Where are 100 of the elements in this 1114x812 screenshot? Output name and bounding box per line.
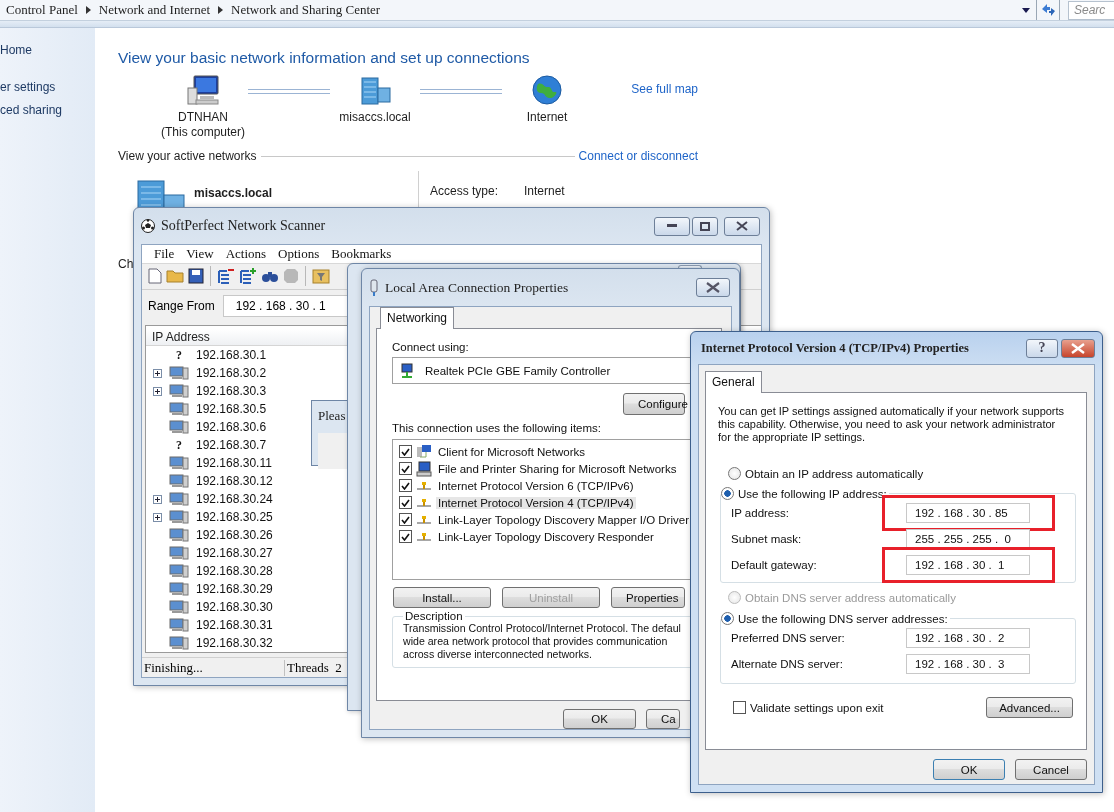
- list-item[interactable]: Internet Protocol Version 6 (TCP/IPv6): [436, 479, 636, 492]
- dialog-button[interactable]: OK: [563, 709, 636, 729]
- menu-item[interactable]: View: [180, 246, 220, 262]
- computer-icon: [169, 546, 189, 561]
- status-text: Finishing...: [142, 659, 285, 676]
- minimize-icon: [667, 224, 677, 228]
- soccer-ball-icon: [141, 219, 155, 233]
- checkbox[interactable]: [399, 445, 412, 458]
- sidebar-link[interactable]: Home: [0, 43, 95, 59]
- ip-address[interactable]: 192.168.30.32: [196, 636, 273, 651]
- checkbox[interactable]: [399, 496, 412, 509]
- ip-address-field[interactable]: 192 . 168 . 30 . 1: [906, 555, 1030, 575]
- search-field[interactable]: Searc: [1068, 0, 1114, 20]
- computer-icon: [169, 474, 189, 489]
- ip-address[interactable]: 192.168.30.28: [196, 564, 273, 579]
- breadcrumb-item[interactable]: Network and Internet: [98, 2, 211, 18]
- ip-address-field[interactable]: 192 . 168 . 30 . 2: [906, 628, 1030, 648]
- field-label: Alternate DNS server:: [731, 658, 844, 670]
- computer-icon: [169, 456, 189, 471]
- maximize-button[interactable]: [692, 216, 718, 236]
- checkbox[interactable]: [399, 462, 412, 475]
- ip-address[interactable]: 192.168.30.24: [196, 492, 273, 507]
- node-name: misaccs.local: [339, 110, 411, 125]
- building-icon: [358, 74, 392, 106]
- computer-icon: [169, 582, 189, 597]
- computer-icon: [169, 510, 189, 525]
- ip-address[interactable]: 192.168.30.11: [196, 456, 272, 471]
- ip-address[interactable]: 192.168.30.7: [196, 438, 267, 453]
- minimize-button[interactable]: [654, 216, 690, 236]
- expand-icon[interactable]: [152, 386, 162, 396]
- globe-icon: [530, 74, 564, 106]
- help-button[interactable]: ?: [1026, 338, 1058, 358]
- ip-address[interactable]: 192.168.30.27: [196, 546, 273, 561]
- dialog-button[interactable]: Ca: [646, 709, 680, 729]
- ip-address[interactable]: 192.168.30.3: [196, 384, 267, 399]
- checkbox[interactable]: [399, 513, 412, 526]
- description-text: Transmission Control Protocol/Internet Protocol. The defaul: [403, 622, 682, 635]
- close-button[interactable]: [1061, 338, 1095, 358]
- ip-address[interactable]: 192.168.30.29: [196, 582, 273, 597]
- tab[interactable]: General: [705, 371, 762, 393]
- refresh-button[interactable]: [1036, 0, 1060, 20]
- list-item[interactable]: Client for Microsoft Networks: [436, 445, 587, 458]
- checkbox[interactable]: [399, 530, 412, 543]
- close-button[interactable]: [724, 216, 760, 236]
- ip-address[interactable]: 192.168.30.2: [196, 366, 267, 381]
- computer-icon: [169, 600, 189, 615]
- list-item[interactable]: File and Printer Sharing for Microsoft Networks: [436, 462, 679, 475]
- ip-address[interactable]: 192.168.30.5: [196, 402, 267, 417]
- ip-address[interactable]: 192.168.30.31: [196, 618, 273, 633]
- ip-address[interactable]: 192.168.30.1: [196, 348, 267, 363]
- ip-address[interactable]: 192.168.30.30: [196, 600, 273, 615]
- radio-label: Use the following IP address:: [738, 487, 887, 500]
- checkbox[interactable]: [399, 479, 412, 492]
- breadcrumb-item[interactable]: Network and Sharing Center: [231, 2, 381, 18]
- window-title: Internet Protocol Version 4 (TCP/IPv4) Properties: [701, 340, 969, 356]
- column-header[interactable]: IP Address: [152, 330, 210, 345]
- list-item[interactable]: Link-Layer Topology Discovery Responder: [436, 530, 656, 543]
- dialog-button[interactable]: Cancel: [1015, 759, 1087, 780]
- menu-item[interactable]: Bookmarks: [325, 246, 398, 262]
- ip-address-field[interactable]: 192 . 168 . 30 . 3: [906, 654, 1030, 674]
- expand-icon[interactable]: [152, 512, 162, 522]
- list-item[interactable]: Internet Protocol Version 4 (TCP/IPv4): [436, 496, 636, 509]
- close-icon: [706, 282, 720, 293]
- menu-item[interactable]: Actions: [219, 246, 273, 262]
- breadcrumb-item[interactable]: Control Panel: [6, 2, 78, 18]
- tab[interactable]: Networking: [380, 307, 455, 329]
- sidebar-link[interactable]: ced sharing: [0, 103, 95, 119]
- range-from-field[interactable]: 192 . 168 . 30 . 1: [222, 295, 349, 318]
- group-title: Description: [404, 610, 464, 622]
- field-label: Preferred DNS server:: [731, 632, 846, 644]
- list-item[interactable]: Link-Layer Topology Discovery Mapper I/O Driver: [436, 513, 691, 526]
- ip-address[interactable]: 192.168.30.25: [196, 510, 273, 525]
- ip-address[interactable]: 192.168.30.6: [196, 420, 267, 435]
- ip-address[interactable]: 192.168.30.26: [196, 528, 273, 543]
- folder-icon: [166, 269, 184, 284]
- radio-button[interactable]: [728, 467, 741, 480]
- menu-item[interactable]: Options: [272, 246, 326, 262]
- list-add-icon: [239, 268, 257, 285]
- dialog-button[interactable]: Install...: [393, 587, 491, 608]
- page-heading: View your basic network information and set up connections: [118, 49, 531, 67]
- menu-item[interactable]: File: [148, 246, 181, 262]
- sidebar-link[interactable]: er settings: [0, 80, 95, 96]
- expand-icon[interactable]: [152, 368, 162, 378]
- dialog-button[interactable]: OK: [933, 759, 1005, 780]
- checkbox[interactable]: [733, 701, 746, 714]
- radio-button[interactable]: [721, 612, 734, 625]
- chevron-right-icon: [218, 6, 224, 14]
- chevron-right-icon: [85, 6, 91, 14]
- radio-button[interactable]: [721, 487, 734, 500]
- close-button[interactable]: [696, 278, 730, 297]
- see-full-map-link[interactable]: See full map: [631, 82, 698, 96]
- field-label: Default gateway:: [731, 559, 818, 571]
- dialog-button[interactable]: Properties: [611, 587, 685, 608]
- expand-icon[interactable]: [152, 494, 162, 504]
- connect-link[interactable]: Connect or disconnect: [578, 149, 698, 163]
- node-note: (This computer): [161, 125, 245, 140]
- ip-address-field[interactable]: 255 . 255 . 255 . 0: [906, 529, 1030, 549]
- ip-address[interactable]: 192.168.30.12: [196, 474, 273, 489]
- ip-address-field[interactable]: 192 . 168 . 30 . 85: [906, 503, 1030, 523]
- advanced-button[interactable]: Advanced...: [986, 697, 1073, 718]
